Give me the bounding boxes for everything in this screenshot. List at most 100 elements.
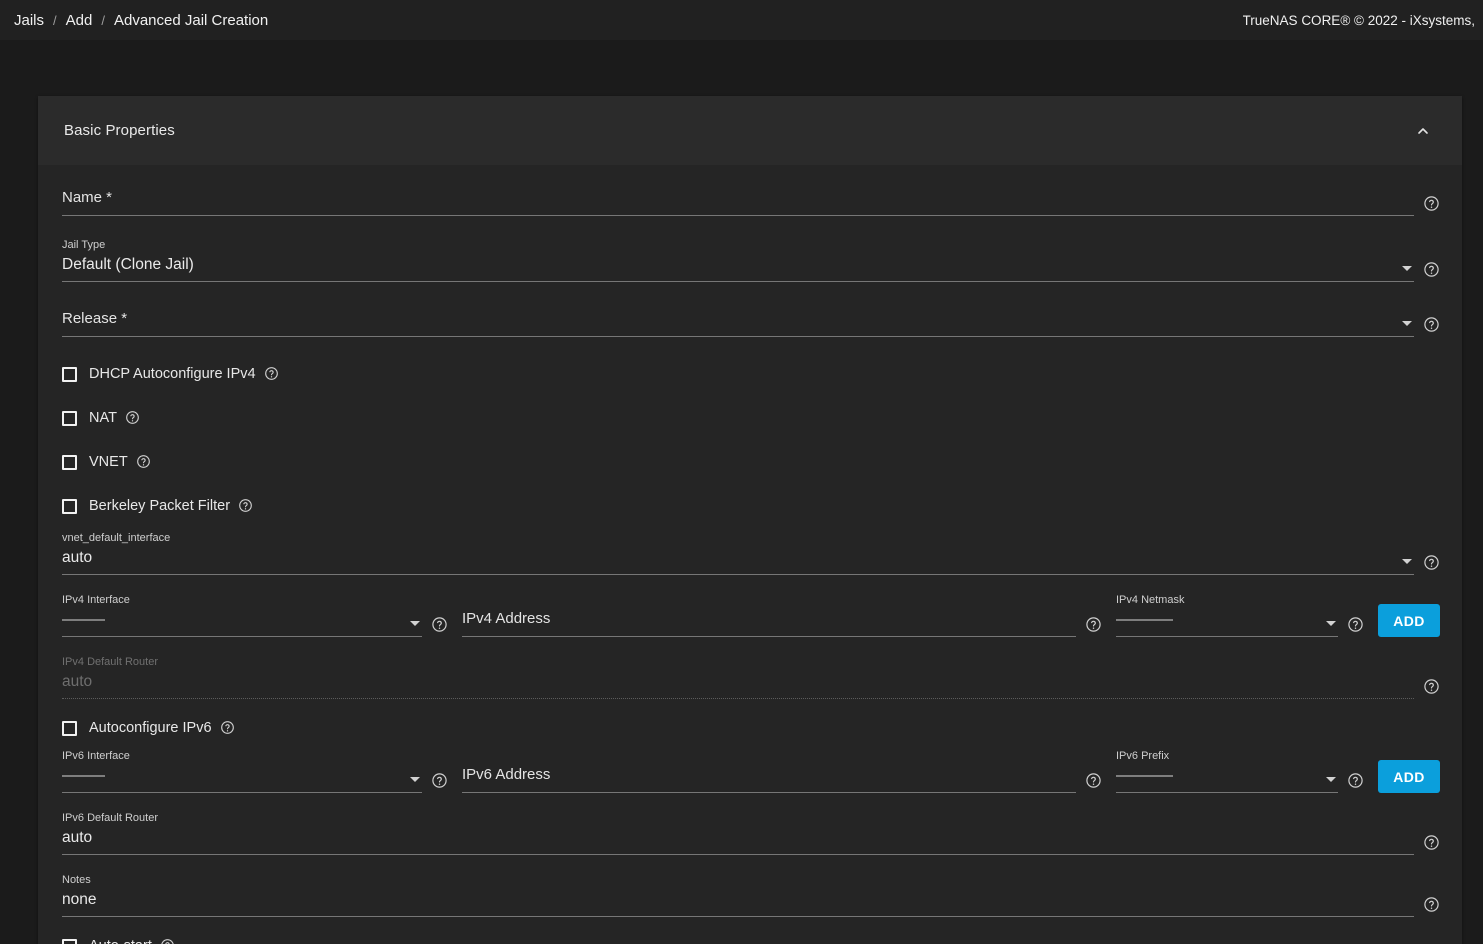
ipv4-interface-label: IPv4 Interface xyxy=(62,594,130,606)
name-label: Name * xyxy=(62,189,113,206)
ipv4-default-router-input: IPv4 Default Router auto xyxy=(62,655,1414,699)
ipv4-default-router-label: IPv4 Default Router xyxy=(62,656,158,668)
ipv6-add-button[interactable]: ADD xyxy=(1378,760,1440,793)
nat-checkbox[interactable] xyxy=(62,410,77,426)
notes-label: Notes xyxy=(62,874,91,886)
checkbox-row-dhcp-autoconfigure-ipv4[interactable]: DHCP Autoconfigure IPv4 xyxy=(62,363,1440,385)
ipv4-address-label: IPv4 Address xyxy=(462,610,551,627)
ipv6-address-label: IPv6 Address xyxy=(462,766,551,783)
field-row-jail-type: Jail Type Default (Clone Jail) xyxy=(62,238,1440,282)
breadcrumb-item-advanced-jail-creation[interactable]: Advanced Jail Creation xyxy=(114,12,268,29)
breadcrumb-separator: / xyxy=(53,12,57,28)
ipv6-interface-value: ——— xyxy=(62,767,105,784)
vnet-default-interface-value: auto xyxy=(62,549,93,566)
help-icon[interactable] xyxy=(1347,616,1364,633)
help-icon[interactable] xyxy=(1423,195,1440,212)
field-row-notes: Notes none xyxy=(62,873,1440,917)
chevron-down-icon[interactable] xyxy=(1326,777,1336,782)
chevron-up-icon[interactable] xyxy=(1408,116,1438,146)
jail-type-select[interactable]: Jail Type Default (Clone Jail) xyxy=(62,238,1414,282)
notes-value: none xyxy=(62,891,97,908)
berkeley-packet-filter-label: Berkeley Packet Filter xyxy=(89,498,231,514)
ipv6-prefix-select[interactable]: IPv6 Prefix ———— xyxy=(1116,749,1338,793)
help-icon[interactable] xyxy=(264,366,281,383)
ipv6-interface-select[interactable]: IPv6 Interface ——— xyxy=(62,749,422,793)
berkeley-packet-filter-checkbox[interactable] xyxy=(62,498,77,514)
ipv4-address-input[interactable]: IPv4 Address xyxy=(462,608,1076,637)
help-icon[interactable] xyxy=(1423,896,1440,913)
checkbox-row-berkeley-packet-filter[interactable]: Berkeley Packet Filter xyxy=(62,495,1440,517)
ipv4-netmask-label: IPv4 Netmask xyxy=(1116,594,1185,606)
chevron-down-icon[interactable] xyxy=(410,777,420,782)
chevron-down-icon[interactable] xyxy=(410,621,420,626)
top-bar: Jails / Add / Advanced Jail Creation Tru… xyxy=(0,0,1483,40)
checkbox-row-autoconfigure-ipv6[interactable]: Autoconfigure IPv6 xyxy=(62,717,1440,739)
card-header: Basic Properties xyxy=(38,96,1462,165)
nat-label: NAT xyxy=(89,410,117,426)
basic-properties-card: Basic Properties Name * Jail Type Defaul… xyxy=(38,96,1462,944)
help-icon[interactable] xyxy=(1085,616,1102,633)
field-row-release: Release * xyxy=(62,308,1440,337)
jail-type-value: Default (Clone Jail) xyxy=(62,256,194,273)
ipv4-interface-select[interactable]: IPv4 Interface ——— xyxy=(62,593,422,637)
ipv4-interface-value: ——— xyxy=(62,611,105,628)
help-icon[interactable] xyxy=(1423,834,1440,851)
breadcrumb-separator: / xyxy=(101,12,105,28)
checkbox-row-vnet[interactable]: VNET xyxy=(62,451,1440,473)
chevron-down-icon[interactable] xyxy=(1402,266,1412,271)
help-icon[interactable] xyxy=(431,616,448,633)
help-icon[interactable] xyxy=(431,772,448,789)
left-gutter xyxy=(0,40,22,944)
help-icon[interactable] xyxy=(125,410,142,427)
vnet-default-interface-select[interactable]: vnet_default_interface auto xyxy=(62,531,1414,575)
autoconfigure-ipv6-checkbox[interactable] xyxy=(62,720,77,736)
checkbox-row-auto-start[interactable]: Auto-start xyxy=(62,935,1440,944)
ipv6-default-router-input[interactable]: IPv6 Default Router auto xyxy=(62,811,1414,855)
release-select[interactable]: Release * xyxy=(62,308,1414,337)
form-body: Name * Jail Type Default (Clone Jail) Re… xyxy=(38,165,1462,944)
field-row-ipv4: IPv4 Interface ——— IPv4 Address IPv4 Net… xyxy=(62,593,1440,637)
ipv4-add-button[interactable]: ADD xyxy=(1378,604,1440,637)
breadcrumb: Jails / Add / Advanced Jail Creation xyxy=(14,12,268,29)
breadcrumb-item-jails[interactable]: Jails xyxy=(14,12,44,29)
vnet-default-interface-label: vnet_default_interface xyxy=(62,532,171,544)
name-input[interactable]: Name * xyxy=(62,187,1414,216)
ipv6-default-router-label: IPv6 Default Router xyxy=(62,812,158,824)
chevron-down-icon[interactable] xyxy=(1402,559,1412,564)
ipv6-address-input[interactable]: IPv6 Address xyxy=(462,764,1076,793)
vnet-checkbox[interactable] xyxy=(62,454,77,470)
help-icon[interactable] xyxy=(160,938,177,944)
dhcp-autoconfigure-ipv4-checkbox[interactable] xyxy=(62,366,77,382)
vnet-label: VNET xyxy=(89,454,128,470)
field-row-ipv6-default-router: IPv6 Default Router auto xyxy=(62,811,1440,855)
help-icon[interactable] xyxy=(220,720,237,737)
help-icon[interactable] xyxy=(1423,261,1440,278)
help-icon[interactable] xyxy=(136,454,153,471)
field-row-name: Name * xyxy=(62,187,1440,216)
notes-input[interactable]: Notes none xyxy=(62,873,1414,917)
ipv6-interface-label: IPv6 Interface xyxy=(62,750,130,762)
dhcp-autoconfigure-ipv4-label: DHCP Autoconfigure IPv4 xyxy=(89,366,256,382)
ipv4-default-router-value: auto xyxy=(62,673,93,690)
ipv4-netmask-select[interactable]: IPv4 Netmask ———— xyxy=(1116,593,1338,637)
breadcrumb-item-add[interactable]: Add xyxy=(66,12,93,29)
ipv6-prefix-value: ———— xyxy=(1116,767,1173,784)
help-icon[interactable] xyxy=(1085,772,1102,789)
ipv4-netmask-value: ———— xyxy=(1116,611,1173,628)
help-icon[interactable] xyxy=(1423,316,1440,333)
page-container: Basic Properties Name * Jail Type Defaul… xyxy=(0,40,1483,944)
ipv6-default-router-value: auto xyxy=(62,829,93,846)
auto-start-checkbox[interactable] xyxy=(62,938,77,944)
auto-start-label: Auto-start xyxy=(89,938,152,944)
field-row-ipv4-default-router: IPv4 Default Router auto xyxy=(62,655,1440,699)
help-icon[interactable] xyxy=(1423,678,1440,695)
chevron-down-icon[interactable] xyxy=(1326,621,1336,626)
checkbox-row-nat[interactable]: NAT xyxy=(62,407,1440,429)
help-icon[interactable] xyxy=(238,498,255,515)
help-icon[interactable] xyxy=(1423,554,1440,571)
chevron-down-icon[interactable] xyxy=(1402,321,1412,326)
ipv6-prefix-label: IPv6 Prefix xyxy=(1116,750,1170,762)
page-title: Basic Properties xyxy=(64,122,175,139)
copyright-text: TrueNAS CORE® © 2022 - iXsystems, xyxy=(1242,12,1475,28)
help-icon[interactable] xyxy=(1347,772,1364,789)
